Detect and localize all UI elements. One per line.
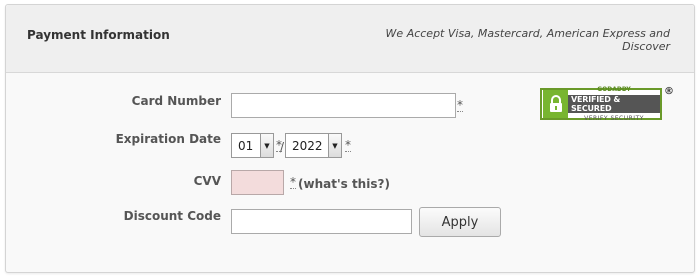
chevron-down-icon: ▼ <box>260 134 273 157</box>
lock-icon <box>543 90 568 118</box>
badge-text: GODADDY VERIFIED & SECURED VERIFY SECURI… <box>568 85 660 123</box>
cvv-help-text: (what's this?) <box>298 177 390 191</box>
panel-title: Payment Information <box>27 28 170 42</box>
badge-brand: GODADDY <box>597 86 631 93</box>
card-number-label: Card Number <box>131 94 221 108</box>
expiration-year-select[interactable]: 2022 ▼ <box>285 133 342 158</box>
discount-code-label: Discount Code <box>123 209 221 223</box>
apply-button[interactable]: Apply <box>419 207 501 237</box>
card-number-required-mark: * <box>457 98 463 112</box>
expiration-year-value: 2022 <box>292 138 323 153</box>
cvv-label: CVV <box>193 174 221 188</box>
chevron-down-icon: ▼ <box>328 134 341 157</box>
discount-code-input[interactable] <box>231 209 412 234</box>
expiration-month-select[interactable]: 01 ▼ <box>231 133 274 158</box>
expiration-separator: / <box>280 140 285 154</box>
accepted-cards-text: We Accept Visa, Mastercard, American Exp… <box>385 27 670 53</box>
expiration-date-label: Expiration Date <box>115 132 221 146</box>
card-number-input[interactable] <box>231 93 456 118</box>
badge-verified: VERIFIED & SECURED <box>568 95 660 113</box>
godaddy-security-badge[interactable]: GODADDY VERIFIED & SECURED VERIFY SECURI… <box>540 85 662 123</box>
panel-header: Payment Information We Accept Visa, Mast… <box>6 5 694 73</box>
cvv-help-link[interactable]: (what's this?) <box>298 177 390 191</box>
expiration-year-required-mark: * <box>345 138 351 152</box>
cvv-required-mark: * <box>290 175 296 189</box>
badge-verify-security: VERIFY SECURITY <box>584 115 644 122</box>
expiration-month-value: 01 <box>238 138 254 153</box>
cvv-input[interactable] <box>231 170 284 195</box>
registered-mark: ® <box>664 86 674 97</box>
